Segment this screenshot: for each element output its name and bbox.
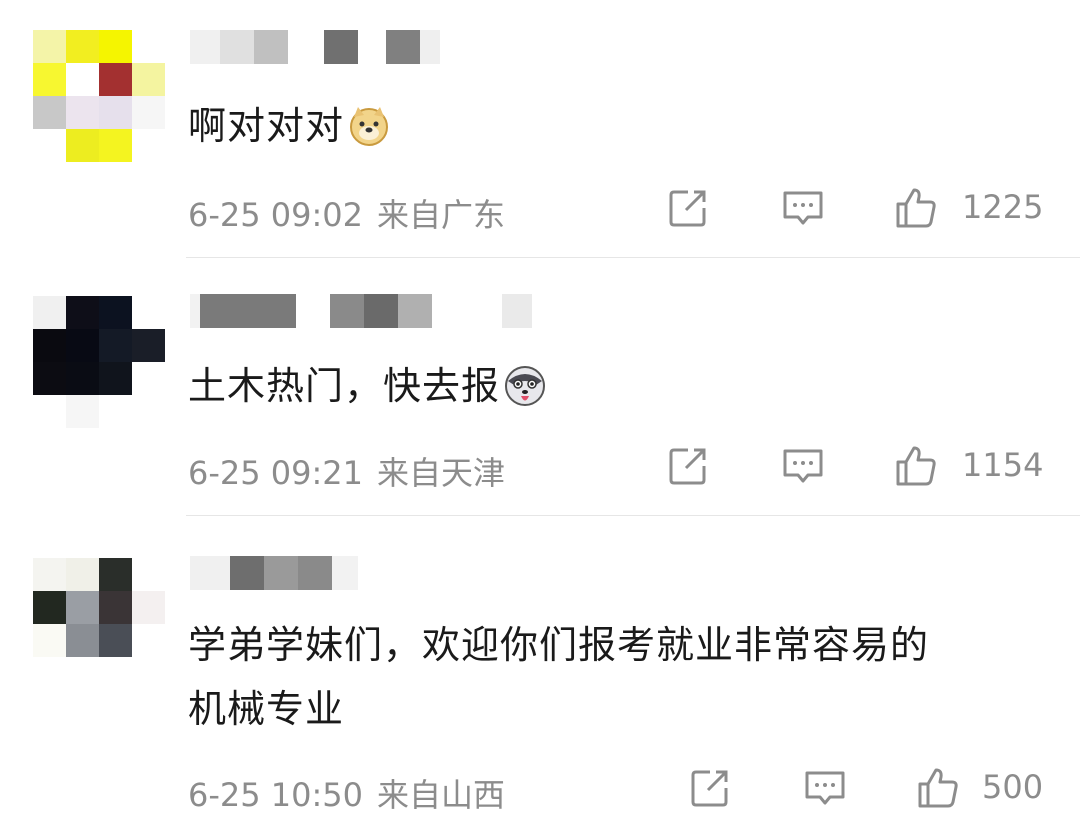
avatar-pixel [99, 296, 132, 329]
comment-actions: 500 [0, 766, 1080, 816]
avatar-pixel [66, 657, 99, 690]
avatar-pixel [33, 591, 66, 624]
avatar-pixel [33, 395, 66, 428]
avatar-pixel [33, 558, 66, 591]
avatar-pixel [132, 96, 165, 129]
avatar-pixel [66, 296, 99, 329]
comment-text-line: 学弟学妹们，欢迎你们报考就业非常容易的 [188, 623, 930, 667]
comment-icon[interactable] [803, 766, 847, 810]
comment-text: 啊对对对 [188, 97, 390, 155]
avatar-pixel [33, 30, 66, 63]
like-count: 1154 [962, 446, 1044, 484]
username-blurred[interactable] [190, 30, 440, 74]
avatar-pixel [99, 129, 132, 162]
avatar-pixel [33, 329, 66, 362]
comment-actions: 1154 [0, 444, 1080, 494]
avatar-pixel [33, 362, 66, 395]
avatar-pixel [99, 63, 132, 96]
avatar-pixel [132, 329, 165, 362]
comment-text: 学弟学妹们，欢迎你们报考就业非常容易的 机械专业 [188, 613, 929, 741]
avatar-pixel [33, 624, 66, 657]
avatar-pixel [132, 591, 165, 624]
avatar-pixel [66, 96, 99, 129]
avatar-pixel [66, 395, 99, 428]
comment-icon[interactable] [781, 186, 825, 230]
comment-text: 土木热门，快去报 [188, 357, 546, 415]
like-count: 500 [982, 768, 1044, 806]
share-icon[interactable] [688, 766, 732, 810]
divider [186, 515, 1080, 516]
avatar-pixel [132, 30, 165, 63]
avatar-pixel [33, 96, 66, 129]
avatar-pixel [66, 624, 99, 657]
comment-icon[interactable] [781, 444, 825, 488]
avatar-pixel [132, 129, 165, 162]
husky-emoji [505, 366, 546, 406]
thumbs-up-icon[interactable] [894, 444, 938, 488]
avatar[interactable] [33, 558, 165, 690]
avatar-pixel [132, 362, 165, 395]
avatar-pixel [99, 30, 132, 63]
avatar-pixel [66, 558, 99, 591]
share-icon[interactable] [666, 444, 710, 488]
avatar-pixel [99, 362, 132, 395]
avatar-pixel [33, 657, 66, 690]
avatar-pixel [33, 296, 66, 329]
avatar-pixel [132, 558, 165, 591]
avatar-pixel [99, 591, 132, 624]
username-blurred[interactable] [190, 556, 358, 600]
avatar-pixel [99, 395, 132, 428]
doge-emoji [350, 107, 389, 146]
share-icon[interactable] [666, 186, 710, 230]
avatar[interactable] [33, 30, 165, 162]
avatar-pixel [66, 329, 99, 362]
avatar-pixel [99, 558, 132, 591]
thumbs-up-icon[interactable] [916, 766, 960, 810]
avatar-pixel [33, 63, 66, 96]
avatar-pixel [33, 129, 66, 162]
avatar-pixel [66, 30, 99, 63]
avatar-pixel [99, 96, 132, 129]
avatar-pixel [132, 624, 165, 657]
avatar-pixel [132, 395, 165, 428]
avatar[interactable] [33, 296, 165, 428]
avatar-pixel [66, 362, 99, 395]
comment-actions: 1225 [0, 186, 1080, 236]
divider [186, 257, 1080, 258]
avatar-pixel [132, 296, 165, 329]
thumbs-up-icon[interactable] [894, 186, 938, 230]
like-count: 1225 [962, 188, 1044, 226]
avatar-pixel [66, 63, 99, 96]
avatar-pixel [66, 129, 99, 162]
username-blurred[interactable] [190, 294, 532, 338]
avatar-pixel [66, 591, 99, 624]
avatar-pixel [99, 657, 132, 690]
comment-text-line: 机械专业 [188, 687, 345, 731]
avatar-pixel [132, 63, 165, 96]
avatar-pixel [99, 329, 132, 362]
avatar-pixel [99, 624, 132, 657]
avatar-pixel [132, 657, 165, 690]
